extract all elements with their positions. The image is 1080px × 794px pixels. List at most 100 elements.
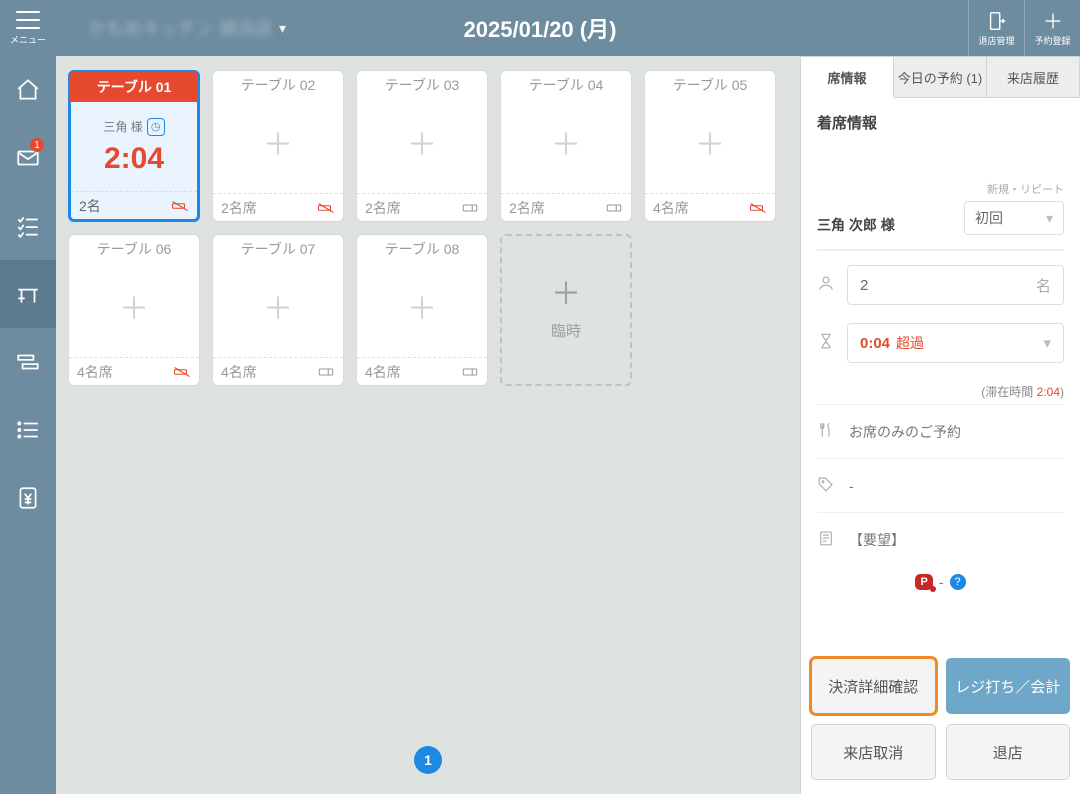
table-name: テーブル 01: [70, 72, 198, 102]
rail-tasks[interactable]: [0, 192, 56, 260]
tab-today-resv[interactable]: 今日の予約 (1): [894, 56, 987, 98]
table-name: テーブル 03: [357, 71, 487, 99]
table-card[interactable]: テーブル 04 ＋ 2名席: [500, 70, 632, 222]
repeat-select[interactable]: 初回 ▾: [964, 201, 1064, 235]
right-panel: 席情報 今日の予約 (1) 来店履歴 着席情報 三角 次郎 様 新規・リピート …: [800, 56, 1080, 794]
date-title[interactable]: 2025/01/20 (月): [464, 12, 617, 44]
cutlery-icon: [817, 421, 835, 442]
elapsed-time-select[interactable]: 0:04 超過 ▾: [847, 323, 1064, 363]
menu-label: メニュー: [10, 33, 46, 46]
left-rail: 1: [0, 56, 56, 794]
add-icon: ＋: [407, 295, 437, 325]
temp-table-label: 臨時: [551, 320, 581, 341]
table-card[interactable]: テーブル 08 ＋ 4名席: [356, 234, 488, 386]
hamburger-icon: [16, 11, 40, 29]
table-card[interactable]: テーブル 07 ＋ 4名席: [212, 234, 344, 386]
leave-button[interactable]: 退店: [946, 724, 1071, 780]
chevron-down-icon: ▾: [1043, 334, 1051, 352]
guest-name: 三角 様◷: [103, 118, 164, 136]
rail-home[interactable]: [0, 56, 56, 124]
seat-type-icon: [461, 201, 479, 215]
timeline-icon: [15, 349, 41, 375]
plus-icon: ＋: [551, 280, 581, 310]
stay-time-note: (滞在時間 2:04): [817, 383, 1064, 400]
table-name: テーブル 07: [213, 235, 343, 263]
pager: 1: [414, 746, 442, 774]
tab-seat-info[interactable]: 席情報: [801, 56, 894, 98]
points-badge-icon: P: [915, 574, 932, 590]
tag-value: -: [849, 478, 854, 494]
checklist-icon: [15, 213, 41, 239]
add-icon: ＋: [263, 131, 293, 161]
table-name: テーブル 06: [69, 235, 199, 263]
leave-mgmt-button[interactable]: 退店管理: [968, 0, 1024, 56]
table-capacity: 2名: [79, 196, 101, 216]
no-smoking-icon: [317, 201, 335, 215]
table-card[interactable]: テーブル 03 ＋ 2名席: [356, 70, 488, 222]
temp-table-button[interactable]: ＋ 臨時: [500, 234, 632, 386]
rail-tables[interactable]: [0, 260, 56, 328]
points-row: P - ?: [817, 566, 1064, 604]
table-name: テーブル 05: [645, 71, 775, 99]
table-capacity: 2名席: [221, 198, 257, 218]
add-icon: ＋: [263, 295, 293, 325]
tag-icon: [817, 475, 835, 496]
table-seat-icon: [15, 281, 41, 307]
seat-type-icon: [461, 365, 479, 379]
table-card[interactable]: テーブル 02 ＋ 2名席: [212, 70, 344, 222]
table-card[interactable]: テーブル 06 ＋ 4名席: [68, 234, 200, 386]
table-capacity: 4名席: [365, 362, 401, 382]
repeat-label: 新規・リピート: [964, 181, 1064, 197]
no-smoking-icon: [173, 365, 191, 379]
store-name[interactable]: かもめキッチン 横浜店: [88, 15, 279, 41]
table-capacity: 2名席: [509, 198, 545, 218]
help-icon[interactable]: ?: [950, 574, 966, 590]
menu-button[interactable]: メニュー: [0, 0, 56, 56]
table-card[interactable]: テーブル 05 ＋ 4名席: [644, 70, 776, 222]
person-icon: [817, 274, 835, 297]
payment-detail-button[interactable]: 決済詳細確認: [811, 658, 936, 714]
timer-icon: ◷: [147, 118, 165, 136]
add-reservation-button[interactable]: 予約登録: [1024, 0, 1080, 56]
request-label: 【要望】: [849, 530, 905, 550]
table-capacity: 2名席: [365, 198, 401, 218]
home-icon: [15, 77, 41, 103]
table-capacity: 4名席: [77, 362, 113, 382]
table-capacity: 4名席: [221, 362, 257, 382]
rail-payment[interactable]: [0, 464, 56, 532]
table-card[interactable]: テーブル 01 三角 様◷ 2:042名: [68, 70, 200, 222]
add-icon: ＋: [119, 295, 149, 325]
list-icon: [15, 417, 41, 443]
table-name: テーブル 02: [213, 71, 343, 99]
register-button[interactable]: レジ打ち／会計: [946, 658, 1071, 714]
plus-icon: [1042, 10, 1064, 32]
customer-name: 三角 次郎 様: [817, 215, 895, 235]
tab-visit-history[interactable]: 来店履歴: [987, 56, 1080, 98]
table-name: テーブル 04: [501, 71, 631, 99]
no-smoking-icon: [749, 201, 767, 215]
chevron-down-icon: ▾: [1046, 210, 1053, 227]
panel-title: 着席情報: [817, 112, 1064, 133]
note-icon: [817, 529, 835, 550]
table-name: テーブル 08: [357, 235, 487, 263]
add-icon: ＋: [551, 131, 581, 161]
hourglass-icon: [817, 332, 835, 355]
seat-type-icon: [317, 365, 335, 379]
page-1[interactable]: 1: [414, 746, 442, 774]
elapsed-time: 2:04: [104, 142, 164, 176]
rail-list[interactable]: [0, 396, 56, 464]
seat-only-label: お席のみのご予約: [849, 422, 961, 442]
party-size-input[interactable]: 2 名: [847, 265, 1064, 305]
rail-messages[interactable]: 1: [0, 124, 56, 192]
table-area: テーブル 01 三角 様◷ 2:042名 テーブル 02 ＋ 2名席 テーブル 03 ＋ 2名席…: [56, 56, 800, 794]
door-icon: [986, 10, 1008, 32]
no-smoking-icon: [171, 199, 189, 213]
table-capacity: 4名席: [653, 198, 689, 218]
cancel-visit-button[interactable]: 来店取消: [811, 724, 936, 780]
add-icon: ＋: [407, 131, 437, 161]
seat-type-icon: [605, 201, 623, 215]
add-icon: ＋: [695, 131, 725, 161]
mail-badge: 1: [30, 138, 44, 152]
store-caret-icon: ▾: [279, 20, 286, 37]
rail-schedule[interactable]: [0, 328, 56, 396]
